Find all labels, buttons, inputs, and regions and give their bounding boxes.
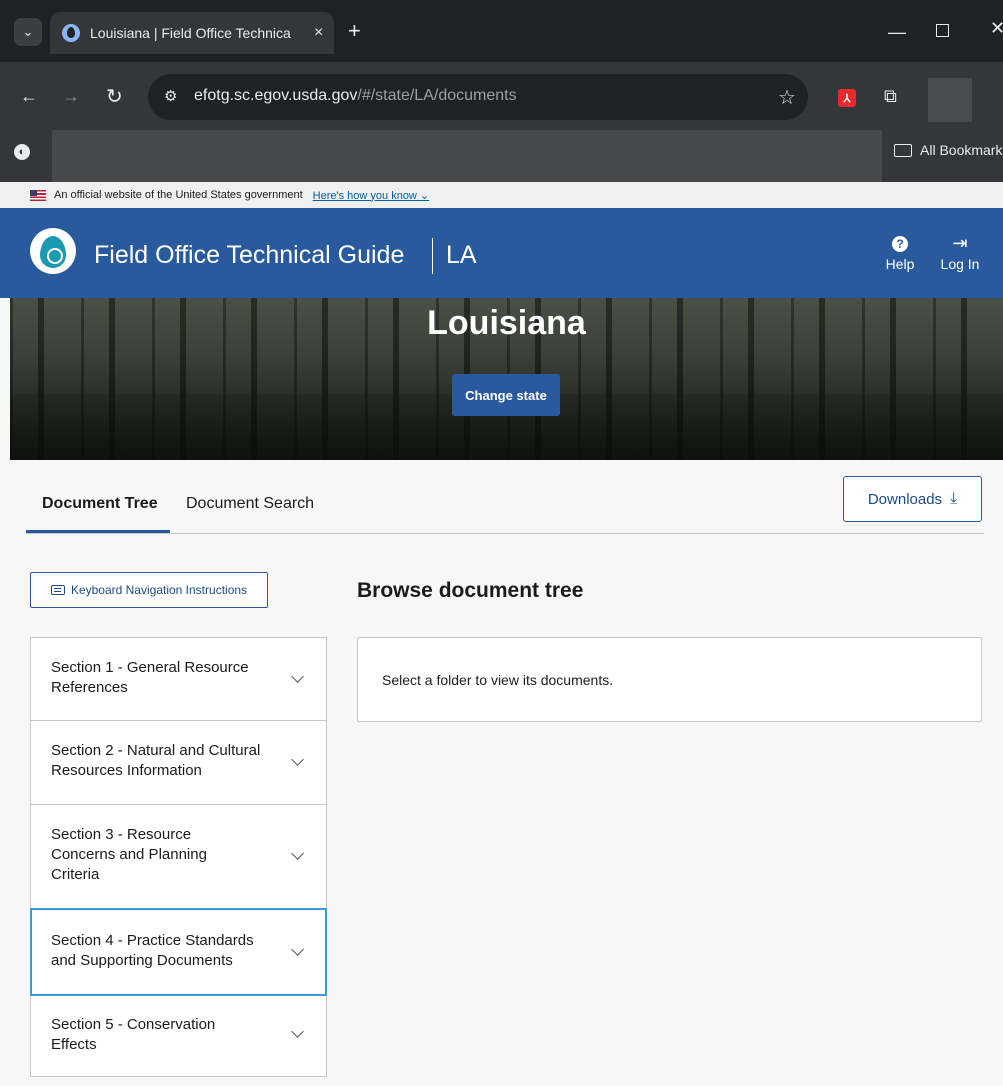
download-icon: ⤓ — [950, 490, 958, 507]
app-header: Field Office Technical Guide LA ? Help ⇥… — [0, 208, 1003, 298]
help-button[interactable]: ? Help — [882, 236, 918, 272]
help-label: Help — [885, 256, 915, 272]
hero-banner: Louisiana Change state — [10, 298, 1003, 460]
chevron-down-icon[interactable] — [291, 945, 303, 957]
globe-icon[interactable]: ◐ — [14, 144, 30, 160]
minimize-window-button[interactable]: — — [888, 22, 906, 43]
tab-document-tree[interactable]: Document Tree — [42, 495, 158, 513]
bookmarks-area — [52, 130, 882, 182]
tree-item-label: Section 3 - Resource Concerns and Planni… — [51, 826, 207, 883]
login-icon: ⇥ — [952, 233, 968, 253]
document-list-panel: Select a folder to view its documents. — [357, 637, 982, 722]
app-state: LA — [446, 241, 477, 269]
tab-search-chevron-down-icon[interactable]: ⌄ — [14, 18, 42, 46]
change-state-button[interactable]: Change state — [452, 374, 560, 416]
login-button[interactable]: ⇥ Log In — [934, 234, 986, 272]
folder-icon — [894, 144, 912, 157]
login-label: Log In — [940, 256, 980, 272]
all-bookmarks-button[interactable]: All Bookmarks — [920, 142, 1003, 158]
tree-item-section-3[interactable]: Section 3 - Resource Concerns and Planni… — [31, 805, 326, 909]
browse-title: Browse document tree — [357, 579, 584, 602]
tree-item-label: Section 4 - Practice Standards and Suppo… — [51, 932, 254, 969]
url-host: efotg.sc.egov.usda.gov — [194, 87, 358, 104]
gov-banner-link[interactable]: Here's how you know ⌄ — [313, 189, 429, 202]
tree-item-label: Section 5 - Conservation Effects — [51, 1016, 216, 1053]
new-tab-button[interactable]: + — [348, 20, 361, 42]
downloads-label: Downloads — [867, 490, 943, 508]
url-path: /#/state/LA/documents — [357, 87, 517, 104]
tree-item-label: Section 1 - General Resource References — [51, 659, 249, 696]
tree-item-section-2[interactable]: Section 2 - Natural and Cultural Resourc… — [31, 721, 326, 805]
tree-item-label: Section 2 - Natural and Cultural Resourc… — [51, 742, 261, 779]
site-info-tune-icon[interactable]: ⚙ — [164, 87, 177, 105]
title-divider — [432, 238, 433, 274]
keyboard-navigation-label: Keyboard Navigation Instructions — [70, 583, 248, 597]
reload-icon[interactable]: ↻ — [106, 84, 123, 109]
tab-document-search[interactable]: Document Search — [186, 495, 314, 513]
pdf-extension-icon[interactable]: ⅄ — [838, 89, 856, 107]
water-drop-icon — [62, 24, 80, 42]
forward-arrow-icon[interactable]: → — [62, 86, 80, 107]
close-window-button[interactable]: ✕ — [990, 18, 1003, 39]
gov-banner-text: An official website of the United States… — [54, 189, 303, 201]
maximize-window-button[interactable] — [936, 24, 949, 37]
address-bar[interactable]: ⚙ efotg.sc.egov.usda.gov/#/state/LA/docu… — [148, 74, 808, 120]
extensions-puzzle-icon[interactable]: ⧉ — [884, 86, 897, 107]
tree-item-section-1[interactable]: Section 1 - General Resource References — [31, 638, 326, 721]
more-menu-icon[interactable]: ⋮ — [996, 84, 1003, 105]
tree-item-section-4[interactable]: Section 4 - Practice Standards and Suppo… — [30, 908, 327, 996]
gov-banner: An official website of the United States… — [0, 182, 1003, 208]
url-text[interactable]: efotg.sc.egov.usda.gov/#/state/LA/docume… — [194, 87, 517, 105]
keyboard-navigation-button[interactable]: Keyboard Navigation Instructions — [30, 572, 268, 608]
chevron-down-icon[interactable] — [291, 755, 303, 767]
document-tree: Section 1 - General Resource References … — [30, 637, 327, 1077]
state-title: Louisiana — [427, 304, 586, 342]
chevron-down-icon[interactable] — [291, 849, 303, 861]
tree-item-section-5[interactable]: Section 5 - Conservation Effects — [31, 995, 326, 1077]
help-circle-icon: ? — [892, 236, 908, 252]
chevron-down-icon[interactable] — [291, 1027, 303, 1039]
tab-title: Louisiana | Field Office Technica — [90, 25, 291, 41]
browser-tab-strip: ⌄ Louisiana | Field Office Technica × + … — [0, 0, 1003, 62]
browser-tab[interactable]: Louisiana | Field Office Technica × — [50, 12, 334, 54]
keyboard-icon — [50, 585, 65, 595]
tabs-divider — [26, 533, 984, 534]
back-arrow-icon[interactable]: ← — [20, 86, 38, 107]
app-title[interactable]: Field Office Technical Guide — [94, 241, 404, 270]
downloads-button[interactable]: Downloads ⤓ — [843, 476, 982, 522]
app-logo-drop-icon[interactable] — [30, 228, 76, 274]
empty-state-message: Select a folder to view its documents. — [382, 672, 614, 688]
bookmark-star-icon[interactable]: ☆ — [778, 85, 796, 110]
profile-avatar[interactable] — [928, 78, 972, 122]
bookmarks-bar: ◐ All Bookmarks — [0, 130, 1003, 182]
us-flag-icon — [30, 189, 46, 201]
chevron-down-icon[interactable] — [291, 672, 303, 684]
close-tab-icon[interactable]: × — [314, 24, 323, 42]
page: ⌄ Louisiana | Field Office Technica × + … — [0, 0, 1003, 1086]
